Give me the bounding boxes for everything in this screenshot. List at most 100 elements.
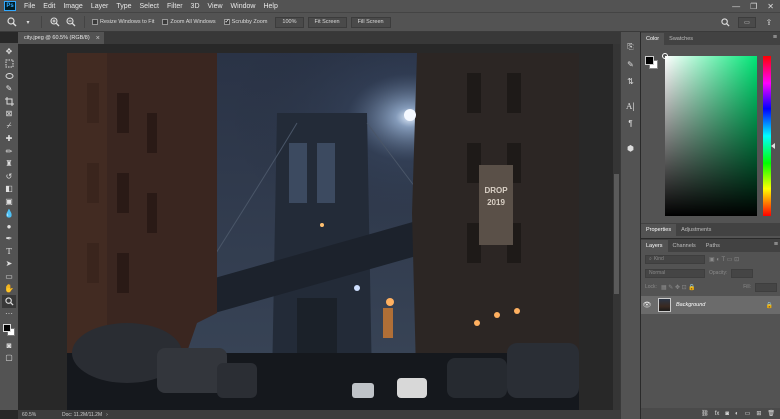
picker-cursor[interactable] [662,53,668,59]
menu-filter[interactable]: Filter [163,3,187,10]
menu-edit[interactable]: Edit [39,3,59,10]
zoom-level[interactable]: 60.5% [18,412,42,418]
close-button[interactable]: ✕ [767,2,774,11]
dodge-tool-icon[interactable]: ● [2,220,16,233]
menu-layer[interactable]: Layer [87,3,113,10]
blend-row: Normal Opacity: [641,266,780,280]
tab-channels[interactable]: Channels [668,240,701,252]
fill-field[interactable] [755,282,777,292]
properties-panel-tabs: Properties Adjustments [641,223,780,236]
character-icon[interactable]: A| [624,99,638,113]
menu-help[interactable]: Help [259,3,281,10]
fit-screen-button[interactable]: Fit Screen [307,16,347,28]
tab-paths[interactable]: Paths [701,240,725,252]
hand-tool-icon[interactable]: ✋ [2,283,16,296]
brush-settings-icon[interactable]: ✎ [624,57,638,71]
menu-image[interactable]: Image [59,3,86,10]
marquee-tool-icon[interactable] [2,58,16,71]
tab-layers[interactable]: Layers [641,240,668,252]
fx-icon[interactable]: fx [715,411,720,417]
crop-tool-icon[interactable] [2,95,16,108]
adjustment-layer-icon[interactable]: ◐ [735,411,739,417]
divider [41,16,42,28]
hue-slider[interactable] [763,56,771,216]
filter-icons[interactable]: ▣ ◐ T ▭ ⊡ [709,256,739,263]
restore-button[interactable]: ❐ [750,2,757,11]
trash-icon[interactable]: 🗑 [767,410,775,417]
fill-screen-button[interactable]: Fill Screen [350,16,391,28]
zoom-100-button[interactable]: 100% [275,16,304,28]
eyedropper-tool-icon[interactable]: ⌿ [2,120,16,133]
close-icon[interactable]: × [96,35,100,42]
quick-select-tool-icon[interactable]: ✎ [2,83,16,96]
opacity-field[interactable] [731,268,754,278]
frame-tool-icon[interactable]: ⊠ [2,108,16,121]
workspace-switcher[interactable]: ▭ [738,17,756,28]
menu-type[interactable]: Type [112,3,135,10]
lock-icons[interactable]: ▦ ✎ ✥ ⊡ 🔒 [661,284,696,291]
blur-tool-icon[interactable]: 💧 [2,208,16,221]
collapsed-panel-strip: ⎘ ✎ ⇅ A| ¶ ⬢ [620,32,640,419]
chevron-down-icon[interactable]: ▾ [22,16,34,28]
search-icon[interactable] [720,17,730,28]
eraser-tool-icon[interactable]: ◧ [2,183,16,196]
panel-menu-icon[interactable]: ≡ [774,241,778,248]
adjust-icon[interactable]: ⇅ [624,74,638,88]
3d-icon[interactable]: ⬢ [624,141,638,155]
brush-tool-icon[interactable]: ✏ [2,145,16,158]
share-icon[interactable]: ⇪ [764,18,774,28]
rectangle-tool-icon[interactable]: ▭ [2,270,16,283]
status-bar: 60.5% Doc: 11.2M/11.2M › [18,410,620,419]
lock-icon[interactable]: 🔒 [766,302,773,309]
quick-mask-icon[interactable]: ◙ [2,339,16,352]
tab-properties[interactable]: Properties [641,224,677,236]
canvas-area[interactable]: DROP 2019 [18,44,613,410]
path-selection-tool-icon[interactable]: ➤ [2,258,16,271]
zoom-tool-icon[interactable] [2,295,16,308]
mask-icon[interactable]: ◙ [725,411,729,417]
document-image[interactable]: DROP 2019 [67,53,579,410]
type-tool-icon[interactable]: T [2,245,16,258]
gradient-tool-icon[interactable]: ▣ [2,195,16,208]
new-layer-icon[interactable]: ⊞ [756,410,761,417]
menu-view[interactable]: View [204,3,227,10]
status-arrow-icon[interactable]: › [106,412,108,418]
link-icon[interactable]: ⛓ [701,410,709,417]
history-brush-tool-icon[interactable]: ↺ [2,170,16,183]
color-picker-field[interactable] [662,53,757,216]
paragraph-icon[interactable]: ¶ [624,116,638,130]
document-tab[interactable]: city.jpeg @ 60.5% (RGB/8) × [18,32,104,44]
menu-select[interactable]: Select [136,3,163,10]
vertical-scrollbar[interactable] [613,44,620,410]
resize-windows-checkbox[interactable]: Resize Windows to Fit [92,19,154,25]
blend-mode-select[interactable]: Normal [645,268,705,278]
zoom-out-icon[interactable] [65,16,77,28]
foreground-swatch[interactable] [645,56,654,65]
zoom-in-icon[interactable] [49,16,61,28]
foreground-color[interactable] [3,324,11,332]
tab-adjustments[interactable]: Adjustments [676,224,716,236]
screen-mode-icon[interactable]: ▢ [2,352,16,365]
more-tools-icon[interactable]: ··· [2,308,16,321]
menu-3d[interactable]: 3D [187,3,204,10]
color-swatches[interactable] [2,323,16,339]
menu-window[interactable]: Window [227,3,260,10]
layer-row[interactable]: 👁 Background 🔒 [641,296,780,314]
folder-icon[interactable]: ▭ [745,410,751,417]
scrollbar-thumb[interactable] [614,174,619,294]
move-tool-icon[interactable]: ✥ [2,45,16,58]
options-bar: ▾ Resize Windows to Fit Zoom All Windows… [0,12,780,32]
healing-brush-tool-icon[interactable]: ✚ [2,133,16,146]
layer-kind-filter[interactable]: ⌕ Kind [645,254,705,264]
menu-file[interactable]: File [20,3,39,10]
zoom-all-windows-checkbox[interactable]: Zoom All Windows [162,19,216,25]
history-icon[interactable]: ⎘ [624,40,638,54]
clone-stamp-tool-icon[interactable]: ♜ [2,158,16,171]
minimize-button[interactable]: — [732,2,740,11]
scrubby-zoom-checkbox[interactable]: ✓ Scrubby Zoom [223,19,267,25]
eye-icon[interactable]: 👁 [641,301,653,309]
pen-tool-icon[interactable]: ✒ [2,233,16,246]
hue-slider-marker[interactable] [771,143,775,149]
lasso-tool-icon[interactable] [2,70,16,83]
zoom-tool-icon[interactable] [6,16,18,28]
